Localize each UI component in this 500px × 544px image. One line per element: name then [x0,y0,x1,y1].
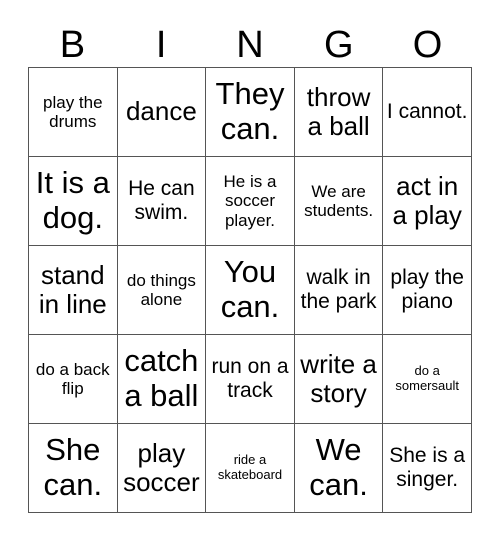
header-letter-o: O [412,23,443,66]
bingo-cell-text: run on a track [211,355,289,402]
bingo-cell-r4c5[interactable]: do a somersault [383,335,472,424]
bingo-cell-text: play soccer [123,437,200,497]
bingo-cell-text: stand in line [38,259,107,319]
bingo-cell-text: He can swim. [128,177,195,224]
bingo-cell-r4c3[interactable]: run on a track [206,335,295,424]
bingo-cell-r3c2[interactable]: do things alone [117,246,207,335]
bingo-cell-r5c5[interactable]: She is a singer. [383,424,472,513]
bingo-cell-r3c5[interactable]: play the piano [383,246,472,335]
bingo-cell-text: You can. [220,254,280,324]
header-letter-b: B [59,23,86,66]
header-letter-i: I [155,23,167,66]
bingo-cell-text: throw a ball [306,81,371,141]
header-letter-g: G [324,23,354,66]
header-letter-n: N [236,23,264,66]
bingo-cell-r5c2[interactable]: play soccer [117,424,207,513]
bingo-cell-text: act in a play [392,170,462,230]
bingo-cell-r2c2[interactable]: He can swim. [117,157,207,246]
bingo-cell-text: He is a soccer player. [223,172,277,230]
bingo-cell-text: She can. [43,432,103,502]
bingo-cell-r1c4[interactable]: throw a ball [294,68,384,157]
bingo-cell-text: play the drums [43,92,103,131]
bingo-cell-r1c5[interactable]: I cannot. [383,68,472,157]
bingo-header: B I N G O [28,22,472,67]
bingo-cell-r2c4[interactable]: We are students. [294,157,384,246]
bingo-cell-text: catch a ball [124,343,199,413]
bingo-cell-text: They can. [215,76,285,146]
bingo-cell-text: We can. [309,432,368,502]
bingo-cell-r3c3[interactable]: You can. [206,246,295,335]
bingo-cell-text: ride a skateboard [217,452,283,482]
bingo-cell-r5c1[interactable]: She can. [29,424,118,513]
bingo-cell-r4c4[interactable]: write a story [294,335,384,424]
bingo-cell-text: dance [125,96,197,127]
bingo-cell-r5c4[interactable]: We can. [294,424,384,513]
bingo-cell-r1c2[interactable]: dance [117,68,207,157]
bingo-cell-r2c1[interactable]: It is a dog. [29,157,118,246]
bingo-cell-text: I cannot. [386,100,468,124]
bingo-cell-text: walk in the park [300,266,377,313]
bingo-cell-text: do a back flip [35,359,110,398]
bingo-card: B I N G O play the drums dance They can. th… [0,0,500,544]
bingo-cell-text: play the piano [390,266,464,313]
bingo-cell-text: We are students. [304,181,374,220]
bingo-cell-text: do things alone [126,270,196,309]
bingo-cell-r1c1[interactable]: play the drums [29,68,118,157]
bingo-cell-text: do a somersault [395,363,459,393]
bingo-cell-r1c3[interactable]: They can. [206,68,295,157]
bingo-cell-r4c2[interactable]: catch a ball [117,335,207,424]
bingo-cell-r2c5[interactable]: act in a play [383,157,472,246]
bingo-cell-text: She is a singer. [389,444,466,491]
bingo-cell-text: write a story [300,348,377,408]
bingo-cell-r2c3[interactable]: He is a soccer player. [206,157,295,246]
bingo-cell-r3c4[interactable]: walk in the park [294,246,384,335]
bingo-cell-r4c1[interactable]: do a back flip [29,335,118,424]
bingo-cell-text: It is a dog. [35,165,110,235]
bingo-cell-r5c3[interactable]: ride a skateboard [206,424,295,513]
bingo-grid: play the drums dance They can. throw a ball… [28,67,472,513]
bingo-cell-r3c1[interactable]: stand in line [29,246,118,335]
